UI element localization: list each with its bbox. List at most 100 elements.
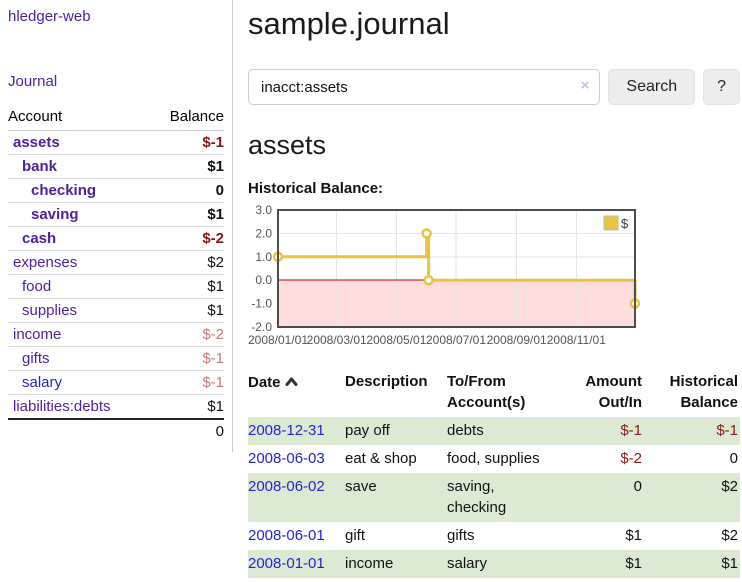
- account-link[interactable]: liabilities:debts: [13, 398, 111, 415]
- balance-column-header: Balance: [149, 105, 224, 131]
- transaction-date-link[interactable]: 2008-01-01: [248, 555, 325, 572]
- clear-search-icon[interactable]: ×: [581, 78, 590, 93]
- account-balance: $1: [149, 275, 224, 299]
- account-balance: $1: [149, 155, 224, 179]
- svg-text:-2.0: -2.0: [251, 320, 272, 334]
- account-name-cell: bank: [8, 155, 149, 179]
- transaction-date-link[interactable]: 2008-06-02: [248, 478, 325, 495]
- accounts-cell: debts: [447, 417, 555, 445]
- account-balance: $1: [149, 203, 224, 227]
- balance-cell: $-1: [650, 417, 740, 445]
- account-row: assets $-1: [8, 131, 224, 155]
- svg-text:2008/05/01: 2008/05/01: [366, 333, 426, 347]
- svg-text:2008/03/01: 2008/03/01: [307, 333, 367, 347]
- help-button[interactable]: ?: [703, 69, 740, 105]
- register-table-body: 2008-12-31pay offdebts$-1$-12008-06-03ea…: [248, 417, 740, 578]
- account-balance: 0: [149, 179, 224, 203]
- balance-cell: 0: [650, 445, 740, 473]
- description-cell: pay off: [345, 417, 447, 445]
- svg-text:2.0: 2.0: [255, 226, 272, 240]
- register-header-row: Date Description To/From Account(s) Amou…: [248, 367, 740, 417]
- account-balance: $-1: [149, 131, 224, 155]
- account-balance: $1: [149, 395, 224, 420]
- accounts-total-spacer: [8, 419, 149, 443]
- account-balance: $-1: [149, 347, 224, 371]
- account-row: saving $1: [8, 203, 224, 227]
- search-form: × Search ?: [248, 69, 740, 105]
- account-name-cell: liabilities:debts: [8, 395, 149, 420]
- date-header-label: Date: [248, 374, 281, 391]
- column-header-accounts: To/From Account(s): [447, 367, 555, 417]
- account-link[interactable]: food: [22, 278, 51, 295]
- account-row: bank $1: [8, 155, 224, 179]
- accounts-table-body: assets $-1 bank $1 checking 0 saving $1 cash $-2 e…: [8, 131, 224, 420]
- svg-text:0.0: 0.0: [255, 273, 272, 287]
- account-name-cell: cash: [8, 227, 149, 251]
- column-header-amount: Amount Out/In: [555, 367, 650, 417]
- date-cell: 2008-06-01: [248, 522, 345, 550]
- column-header-date[interactable]: Date: [248, 367, 345, 417]
- date-cell: 2008-12-31: [248, 417, 345, 445]
- account-row: income$-2: [8, 323, 224, 347]
- main-content: sample.journal × Search ? assets Histori…: [248, 0, 740, 578]
- svg-text:3.0: 3.0: [255, 203, 272, 217]
- accounts-total-value: 0: [149, 419, 224, 443]
- account-name-cell: gifts: [8, 347, 149, 371]
- account-row: liabilities:debts $1: [8, 395, 224, 420]
- accounts-cell: salary: [447, 550, 555, 578]
- search-input[interactable]: [248, 69, 600, 105]
- account-link[interactable]: income: [13, 326, 61, 343]
- amount-cell: $-1: [555, 417, 650, 445]
- column-header-description: Description: [345, 367, 447, 417]
- description-cell: gift: [345, 522, 447, 550]
- register-row: 2008-06-02savesaving, checking0$2: [248, 473, 740, 522]
- account-row: gifts $-1: [8, 347, 224, 371]
- accounts-cell: gifts: [447, 522, 555, 550]
- account-link[interactable]: bank: [22, 158, 57, 175]
- account-link[interactable]: assets: [13, 134, 60, 151]
- page: hledger-web Journal Account Balance asse…: [0, 0, 742, 582]
- account-link[interactable]: expenses: [13, 254, 77, 271]
- accounts-header-row: Account Balance: [8, 105, 224, 131]
- account-link[interactable]: salary: [22, 374, 62, 391]
- account-heading: assets: [248, 130, 740, 161]
- description-cell: eat & shop: [345, 445, 447, 473]
- account-link[interactable]: supplies: [22, 302, 77, 319]
- account-name-cell: checking: [8, 179, 149, 203]
- balance-cell: $2: [650, 522, 740, 550]
- account-balance: $-1: [149, 371, 224, 395]
- register-row: 2008-12-31pay offdebts$-1$-1: [248, 417, 740, 445]
- amount-cell: $1: [555, 550, 650, 578]
- account-name-cell: income: [8, 323, 149, 347]
- column-header-balance: Historical Balance: [650, 367, 740, 417]
- search-button[interactable]: Search: [608, 69, 695, 105]
- transaction-date-link[interactable]: 2008-06-01: [248, 527, 325, 544]
- account-name-cell: saving: [8, 203, 149, 227]
- hledger-web-brand-link[interactable]: hledger-web: [8, 8, 91, 25]
- account-link[interactable]: saving: [31, 206, 79, 223]
- svg-text:2008/09/01: 2008/09/01: [487, 333, 547, 347]
- amount-cell: $-2: [555, 445, 650, 473]
- chart-title-label: Historical Balance:: [248, 180, 740, 197]
- account-link[interactable]: cash: [22, 230, 56, 247]
- register-row: 2008-06-03eat & shopfood, supplies$-20: [248, 445, 740, 473]
- account-row: food $1: [8, 275, 224, 299]
- account-balance: $-2: [149, 227, 224, 251]
- balance-cell: $2: [650, 473, 740, 522]
- sort-ascending-icon: [285, 371, 298, 392]
- account-balance: $1: [149, 299, 224, 323]
- account-row: salary $-1: [8, 371, 224, 395]
- svg-text:2008/11/01: 2008/11/01: [547, 333, 606, 347]
- transaction-date-link[interactable]: 2008-06-03: [248, 450, 325, 467]
- svg-text:1.0: 1.0: [255, 250, 272, 264]
- account-link[interactable]: checking: [31, 182, 96, 199]
- account-row: cash $-2: [8, 227, 224, 251]
- account-row: supplies $1: [8, 299, 224, 323]
- sidebar-item-journal[interactable]: Journal: [8, 73, 57, 90]
- account-link[interactable]: gifts: [22, 350, 50, 367]
- account-name-cell: expenses: [8, 251, 149, 275]
- transaction-date-link[interactable]: 2008-12-31: [248, 422, 325, 439]
- account-column-header: Account: [8, 105, 149, 131]
- account-balance: $2: [149, 251, 224, 275]
- description-cell: income: [345, 550, 447, 578]
